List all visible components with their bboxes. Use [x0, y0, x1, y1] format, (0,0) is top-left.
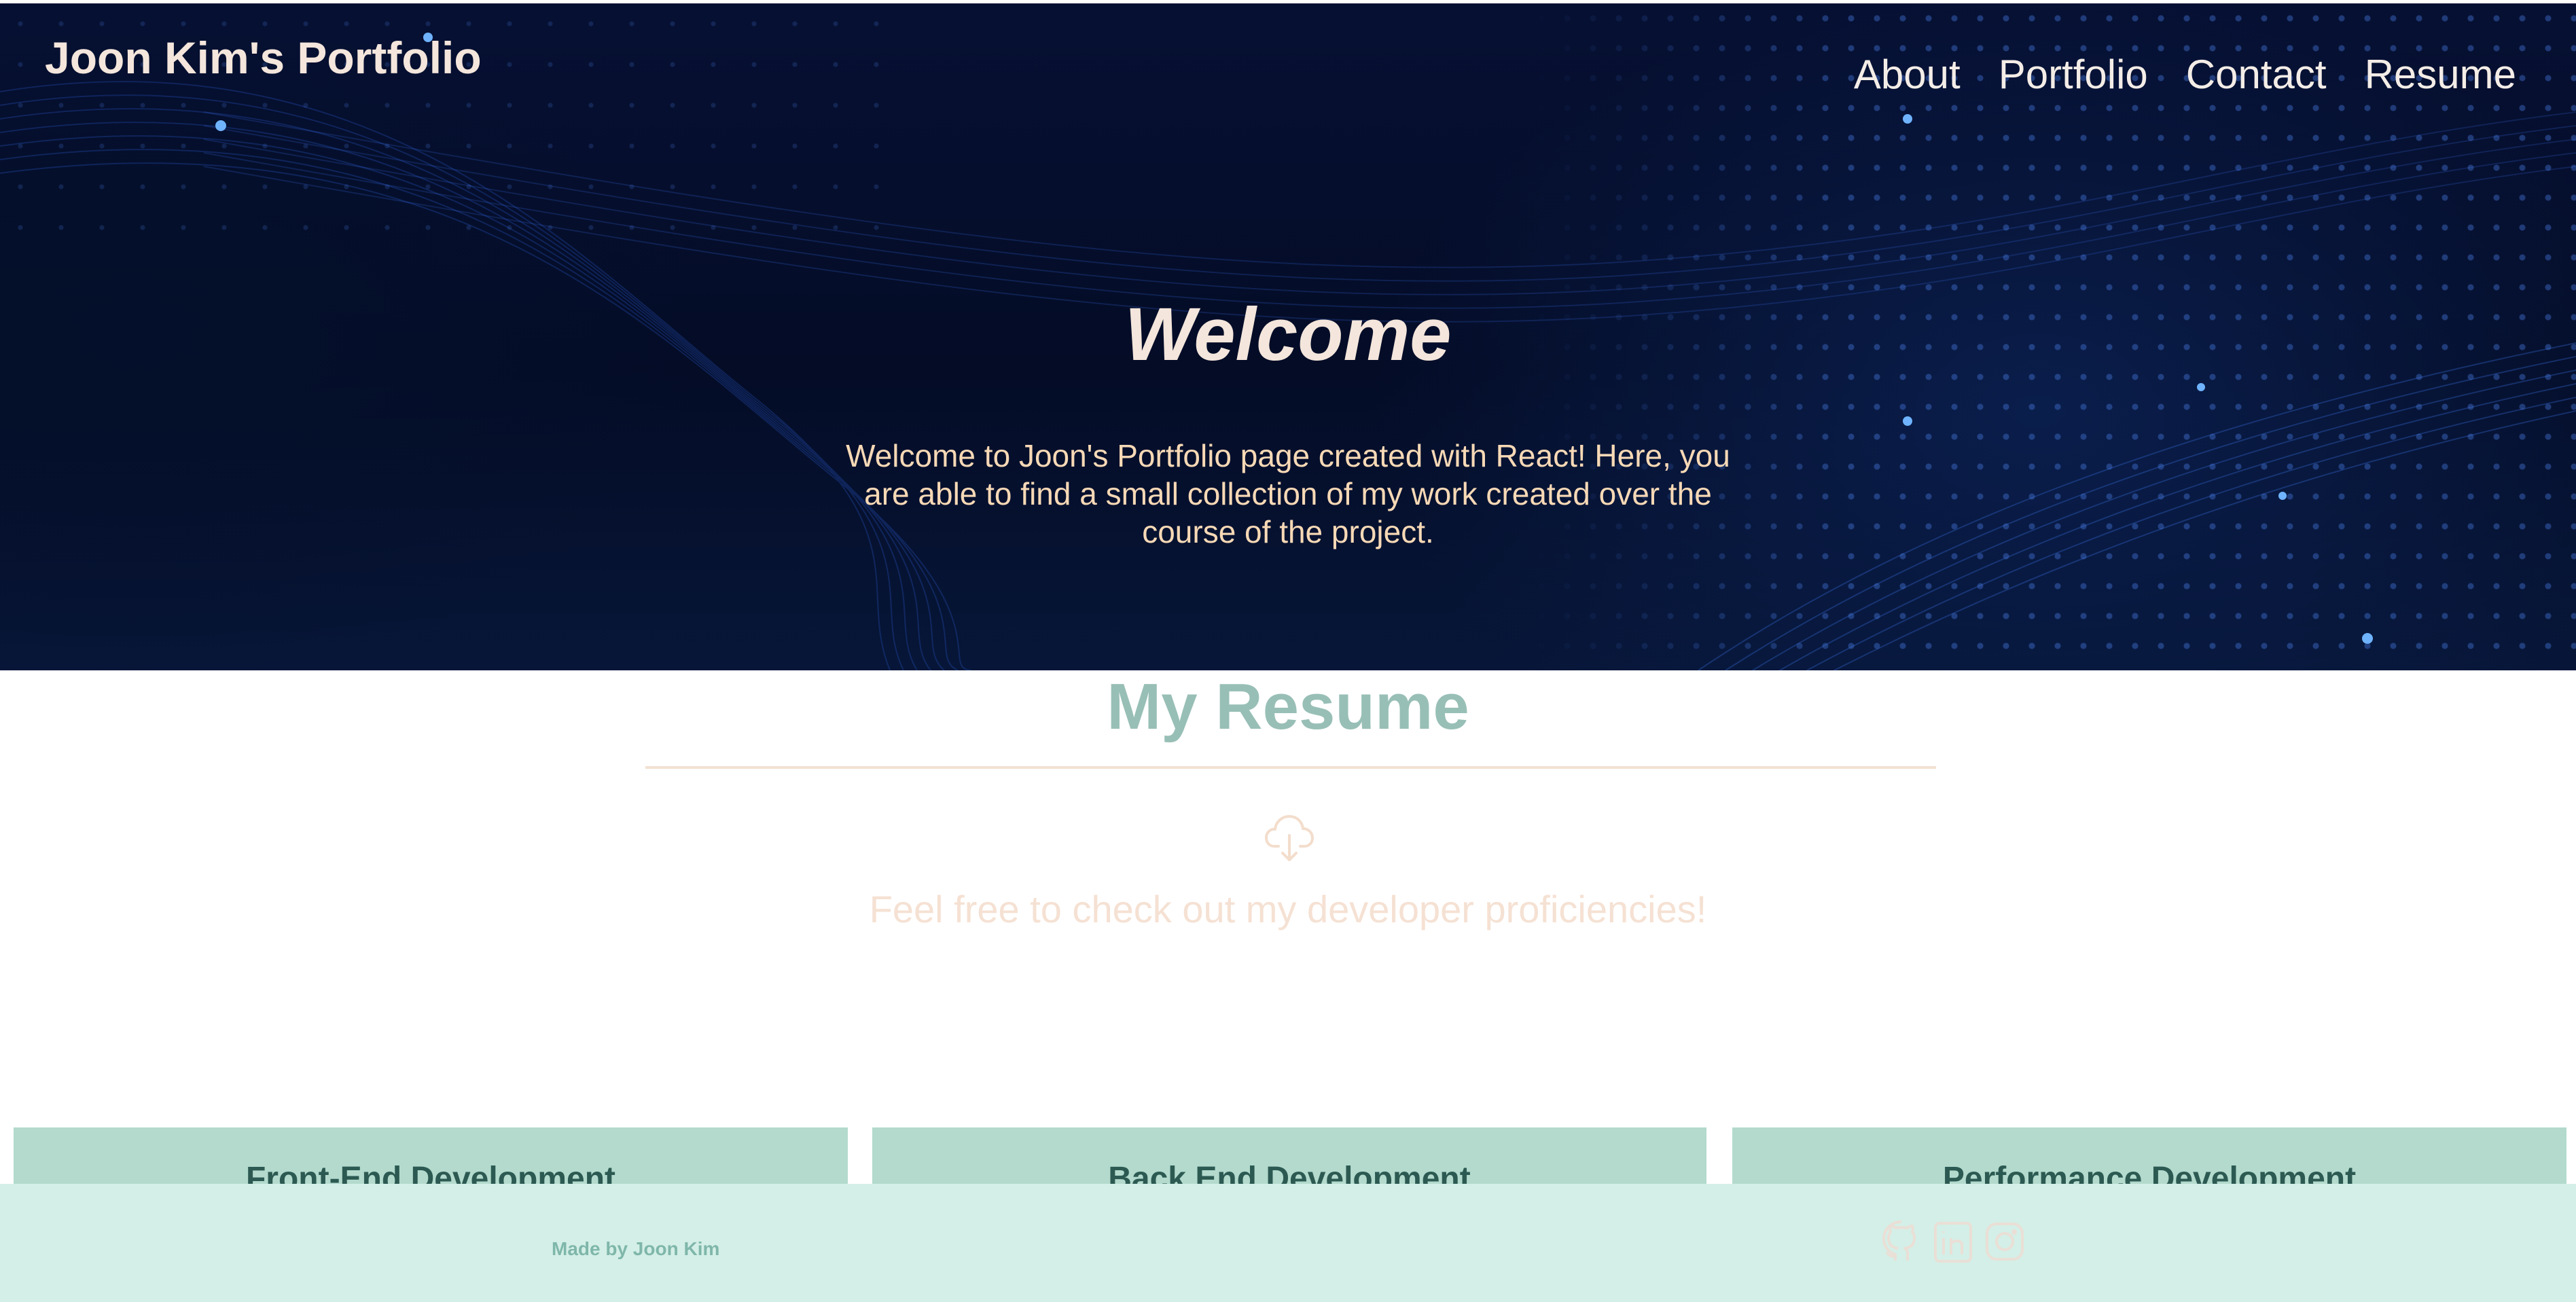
github-icon[interactable] [1880, 1218, 1922, 1265]
hero-intro-text: Welcome to Joon's Portfolio page created… [846, 438, 1730, 549]
resume-title: My Resume [1107, 670, 1469, 743]
cloud-download-icon[interactable] [1264, 812, 1315, 864]
main-nav: About Portfolio Contact Resume [1854, 51, 2516, 98]
nav-link-resume[interactable]: Resume [2365, 51, 2516, 98]
resume-divider [645, 766, 1936, 769]
social-links [1880, 1218, 2026, 1265]
linkedin-icon[interactable] [1932, 1218, 1974, 1265]
instagram-icon[interactable] [1984, 1218, 2026, 1265]
hero-header: Joon Kim's Portfolio About Portfolio Con… [0, 3, 2576, 670]
resume-subtitle: Feel free to check out my developer prof… [869, 888, 1707, 930]
skill-card-frontend: Front-End Development [14, 1127, 848, 1197]
skill-card-backend: Back End Development [872, 1127, 1706, 1197]
nav-link-about[interactable]: About [1854, 51, 1961, 98]
footer: Made by Joon Kim [0, 1184, 2576, 1302]
footer-credit: Made by Joon Kim [552, 1238, 720, 1259]
nav-link-portfolio[interactable]: Portfolio [1999, 51, 2148, 98]
site-title[interactable]: Joon Kim's Portfolio [45, 32, 482, 84]
hero-heading: Welcome [1124, 293, 1452, 376]
skill-card-performance: Performance Development [1732, 1127, 2566, 1197]
nav-link-contact[interactable]: Contact [2186, 51, 2327, 98]
